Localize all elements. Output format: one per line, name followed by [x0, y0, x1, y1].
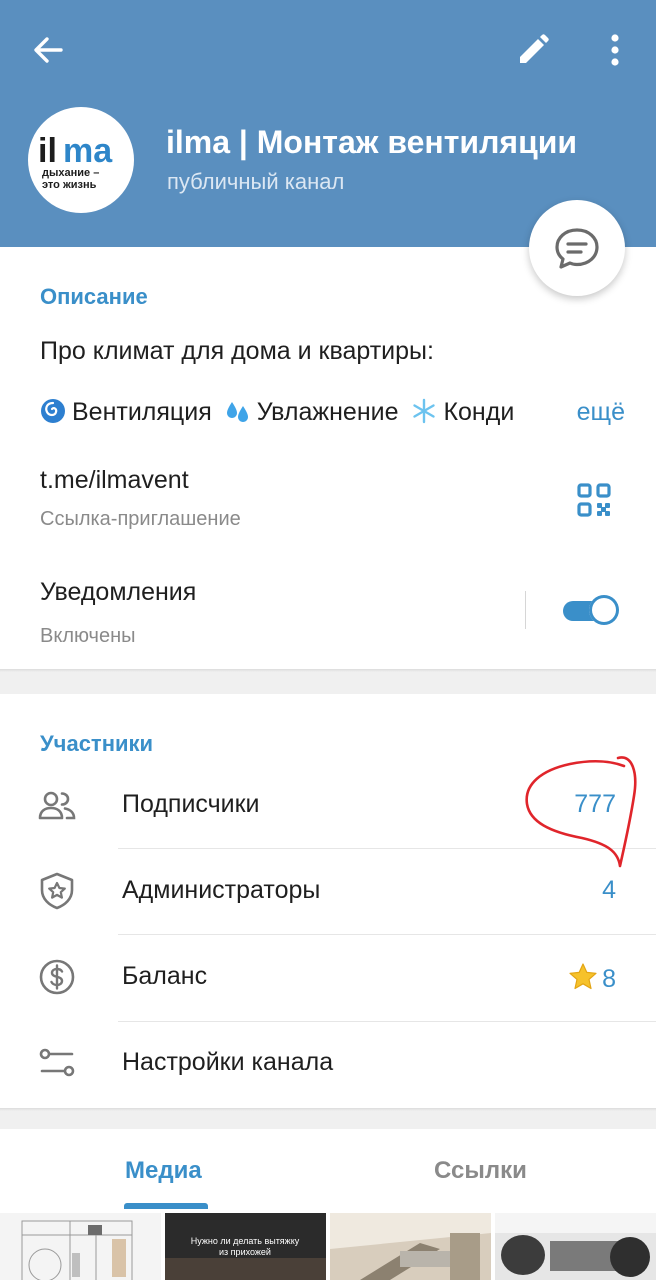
qr-code-button[interactable] [576, 482, 612, 518]
media-thumbnail[interactable] [0, 1213, 161, 1280]
section-gap [0, 1108, 656, 1129]
sweat-droplets-icon [226, 402, 248, 422]
sliders-icon [39, 1048, 75, 1077]
channel-name: ilma | Монтаж вентиляции [166, 124, 578, 160]
admins-count: 4 [602, 876, 616, 904]
feature-humidification: Увлажнение [256, 398, 399, 426]
cyclone-icon [41, 399, 65, 423]
dollar-circle-icon [39, 959, 75, 995]
balance-amount: 8 [602, 965, 616, 993]
members-title: Участники [40, 731, 154, 756]
row-divider [118, 934, 656, 935]
toggle-knob [589, 595, 619, 625]
thumbnail-caption-2: из прихожей [219, 1247, 271, 1257]
svg-text:это жизнь: это жизнь [42, 179, 97, 191]
equipment-image [495, 1213, 656, 1280]
tab-media[interactable]: Медиа [125, 1157, 202, 1185]
svg-text:дыхание –: дыхание – [42, 167, 99, 179]
video-thumbnail-image: Нужно ли делать вытяжку из прихожей [165, 1213, 326, 1280]
divider [525, 591, 526, 629]
shield-star-icon [40, 872, 74, 910]
media-thumbnail[interactable] [330, 1213, 491, 1280]
discussion-button[interactable] [529, 200, 625, 296]
pencil-icon [520, 34, 549, 63]
svg-text:il: il [38, 132, 57, 170]
feature-ventilation: Вентиляция [72, 398, 212, 426]
channel-settings-label: Настройки канала [122, 1048, 334, 1076]
invite-link[interactable]: t.me/ilmavent [40, 466, 189, 495]
more-vert-icon [611, 34, 619, 66]
tab-links[interactable]: Ссылки [434, 1157, 527, 1185]
thumbnail-caption-1: Нужно ли делать вытяжку [191, 1236, 300, 1246]
row-divider [118, 848, 656, 849]
snowflake-icon [413, 398, 436, 424]
arrow-left-icon [34, 37, 63, 63]
section-gap [0, 669, 656, 694]
svg-text:ma: ma [63, 132, 113, 170]
invite-link-caption: Ссылка-приглашение [40, 508, 241, 530]
back-button[interactable] [28, 30, 68, 70]
chat-bubble-icon [555, 228, 599, 269]
show-more-link[interactable]: ещё [555, 398, 625, 434]
active-tab-indicator [124, 1203, 208, 1209]
description-features: Вентиляция Увлажнение Конди [40, 398, 600, 434]
people-icon [38, 791, 76, 820]
ceiling-install-image [330, 1213, 491, 1280]
edit-button[interactable] [513, 30, 553, 70]
feature-conditioning: Конди [443, 398, 515, 426]
balance-value: 8 [568, 962, 616, 994]
channel-type: публичный канал [167, 169, 345, 194]
floor-plan-image [0, 1213, 161, 1280]
subscribers-count: 777 [574, 790, 616, 818]
media-thumbnail[interactable]: Нужно ли делать вытяжку из прихожей [165, 1213, 326, 1280]
row-divider [118, 1021, 656, 1022]
description-text: Про климат для дома и квартиры: [40, 337, 434, 365]
channel-avatar[interactable]: il ma дыхание – это жизнь [28, 107, 134, 213]
notifications-label[interactable]: Уведомления [40, 578, 196, 607]
ilma-logo: il ma дыхание – это жизнь [38, 132, 113, 191]
star-icon [569, 963, 597, 990]
notifications-status: Включены [40, 625, 136, 647]
media-thumbnail[interactable] [495, 1213, 656, 1280]
notifications-toggle[interactable] [561, 595, 619, 625]
admins-label: Администраторы [122, 876, 321, 904]
more-menu-button[interactable] [598, 30, 632, 70]
subscribers-label: Подписчики [122, 790, 260, 818]
qr-code-icon [577, 483, 611, 517]
description-title: Описание [40, 284, 148, 309]
balance-label: Баланс [122, 962, 208, 990]
